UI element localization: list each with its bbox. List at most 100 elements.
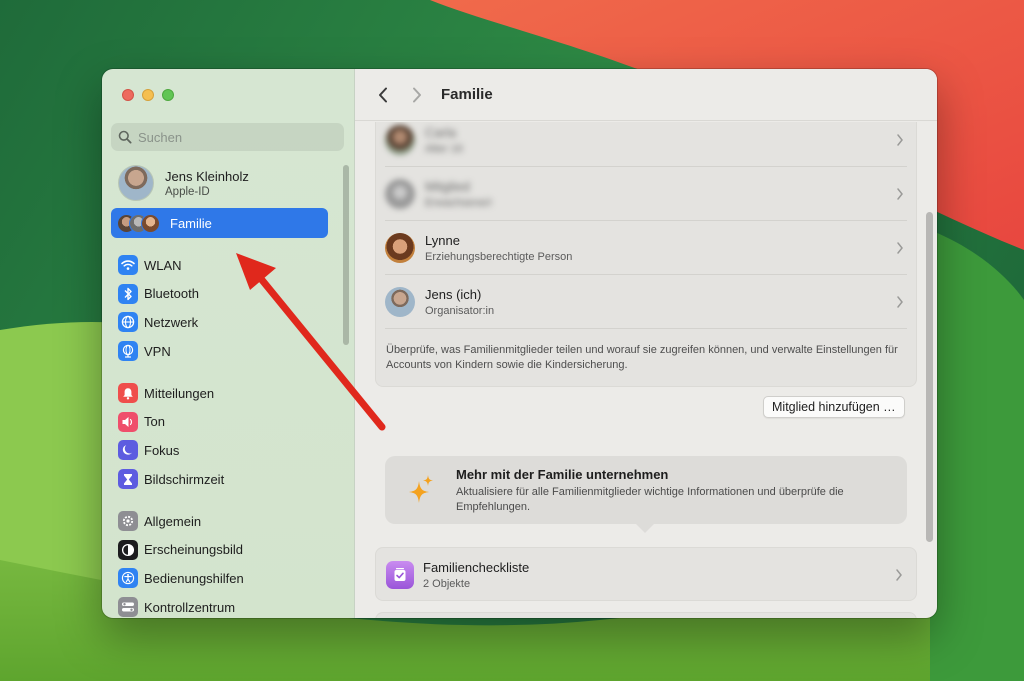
- avatar: [118, 165, 154, 201]
- minimize-button[interactable]: [142, 89, 154, 101]
- speaker-icon: [118, 411, 138, 432]
- member-role: Erwachsene/r: [425, 196, 493, 209]
- member-avatar: [385, 232, 415, 263]
- family-tip-bubble: Mehr mit der Familie unternehmen Aktuali…: [385, 456, 907, 533]
- member-row[interactable]: Carla Alter 16: [385, 122, 907, 167]
- sidebar-item-fokus[interactable]: Fokus: [118, 436, 224, 465]
- chevron-left-icon: [379, 87, 387, 102]
- sidebar-group-general: Allgemein Erscheinungsbild Bedienungshil…: [118, 507, 244, 618]
- sidebar-item-mitteilungen[interactable]: Mitteilungen: [118, 379, 224, 408]
- member-name: Jens (ich): [425, 286, 482, 302]
- chevron-right-icon: [897, 296, 903, 308]
- main-pane: Familie Carla Alter 16 Mitglied Erwachse…: [355, 69, 937, 618]
- control-center-icon: [118, 597, 138, 618]
- main-scrollbar[interactable]: [926, 212, 933, 542]
- vpn-globe-icon: [118, 341, 138, 362]
- content-area: Carla Alter 16 Mitglied Erwachsene/r Lyn…: [355, 122, 937, 618]
- family-checklist-row[interactable]: Familiencheckliste 2 Objekte: [375, 547, 917, 601]
- sidebar-item-label: Kontrollzentrum: [144, 599, 236, 615]
- family-members-card: Carla Alter 16 Mitglied Erwachsene/r Lyn…: [375, 122, 917, 387]
- profile-subtitle: Apple-ID: [165, 185, 210, 198]
- chevron-right-icon: [897, 188, 903, 200]
- checklist-title: Familiencheckliste: [423, 560, 530, 575]
- accessibility-icon: [118, 568, 138, 589]
- sidebar-item-erscheinungsbild[interactable]: Erscheinungsbild: [118, 536, 244, 565]
- sidebar-item-label: Bildschirmzeit: [144, 471, 225, 487]
- sidebar-item-vpn[interactable]: VPN: [118, 337, 199, 366]
- close-button[interactable]: [122, 89, 134, 101]
- settings-window: Suchen Jens Kleinholz Apple-ID Familie W…: [102, 69, 937, 618]
- search-field[interactable]: Suchen: [111, 123, 344, 151]
- page-title: Familie: [441, 86, 493, 103]
- checklist-subtitle: 2 Objekte: [423, 578, 471, 590]
- sidebar-item-ton[interactable]: Ton: [118, 408, 224, 437]
- sidebar-item-label: Allgemein: [144, 513, 202, 529]
- sidebar: Suchen Jens Kleinholz Apple-ID Familie W…: [102, 69, 355, 618]
- member-name: Carla: [425, 124, 457, 140]
- profile-name: Jens Kleinholz: [165, 168, 249, 184]
- sidebar-item-label: Familie: [170, 215, 212, 231]
- sparkles-icon: [409, 475, 433, 503]
- search-placeholder: Suchen: [138, 129, 183, 145]
- chevron-right-icon: [897, 134, 903, 146]
- tip-pointer: [635, 523, 655, 533]
- member-name: Lynne: [425, 232, 460, 248]
- window-controls: [122, 89, 174, 101]
- member-row[interactable]: Jens (ich) Organisator:in: [385, 275, 907, 329]
- checklist-icon: [386, 561, 414, 589]
- tip-title: Mehr mit der Familie unternehmen: [456, 467, 669, 482]
- member-role: Organisator:in: [425, 304, 495, 317]
- family-description: Überprüfe, was Familienmitglieder teilen…: [386, 344, 898, 371]
- sidebar-item-apple-id[interactable]: Jens Kleinholz Apple-ID: [118, 165, 249, 201]
- member-role: Alter 16: [425, 142, 463, 155]
- moon-icon: [118, 440, 138, 461]
- tip-body: Aktualisiere für alle Familienmitglieder…: [456, 486, 844, 513]
- appearance-icon: [118, 539, 138, 560]
- chevron-right-icon: [897, 242, 903, 254]
- sidebar-item-bedienungshilfen[interactable]: Bedienungshilfen: [118, 564, 244, 593]
- sidebar-item-label: Mitteilungen: [144, 385, 215, 401]
- sidebar-group-notifications: Mitteilungen Ton Fokus Bildschirmzeit: [118, 379, 224, 493]
- member-row[interactable]: Mitglied Erwachsene/r: [385, 167, 907, 221]
- chevron-right-icon: [413, 87, 421, 102]
- sidebar-item-label: Netzwerk: [144, 314, 199, 330]
- hourglass-icon: [118, 469, 138, 490]
- member-avatar: [385, 124, 415, 155]
- add-member-button[interactable]: Mitglied hinzufügen …: [763, 396, 905, 418]
- sidebar-item-label: VPN: [144, 343, 171, 359]
- search-icon: [118, 130, 132, 144]
- bluetooth-icon: [118, 283, 138, 304]
- sidebar-item-allgemein[interactable]: Allgemein: [118, 507, 244, 536]
- globe-icon: [118, 312, 138, 333]
- gear-icon: [118, 511, 138, 532]
- bell-icon: [118, 383, 138, 404]
- back-button[interactable]: [369, 81, 397, 109]
- sidebar-item-label: Erscheinungsbild: [144, 542, 244, 558]
- sidebar-item-label: WLAN: [144, 257, 182, 273]
- sidebar-item-label: Fokus: [144, 442, 180, 458]
- wifi-icon: [118, 255, 138, 276]
- next-row-card[interactable]: [375, 612, 917, 618]
- member-role: Erziehungsberechtigte Person: [425, 250, 573, 263]
- sidebar-item-bluetooth[interactable]: Bluetooth: [118, 280, 199, 309]
- sidebar-item-label: Ton: [144, 414, 165, 430]
- sidebar-item-netzwerk[interactable]: Netzwerk: [118, 308, 199, 337]
- sidebar-scrollbar[interactable]: [343, 165, 349, 345]
- chevron-right-icon: [896, 569, 902, 581]
- sidebar-item-kontrollzentrum[interactable]: Kontrollzentrum: [118, 593, 244, 618]
- sidebar-group-network: WLAN Bluetooth Netzwerk VPN: [118, 251, 199, 365]
- sidebar-item-label: Bluetooth: [144, 286, 199, 302]
- member-avatar: [385, 178, 415, 209]
- toolbar: Familie: [355, 69, 937, 121]
- family-avatar: [141, 213, 160, 233]
- member-row[interactable]: Lynne Erziehungsberechtigte Person: [385, 221, 907, 275]
- sidebar-item-bildschirmzeit[interactable]: Bildschirmzeit: [118, 465, 224, 494]
- family-avatars: [117, 213, 160, 233]
- sidebar-item-wlan[interactable]: WLAN: [118, 251, 199, 280]
- member-avatar: [385, 286, 415, 317]
- member-name: Mitglied: [425, 178, 470, 194]
- sidebar-item-label: Bedienungshilfen: [144, 570, 244, 586]
- forward-button[interactable]: [403, 81, 431, 109]
- zoom-button[interactable]: [162, 89, 174, 101]
- sidebar-item-familie[interactable]: Familie: [111, 208, 328, 238]
